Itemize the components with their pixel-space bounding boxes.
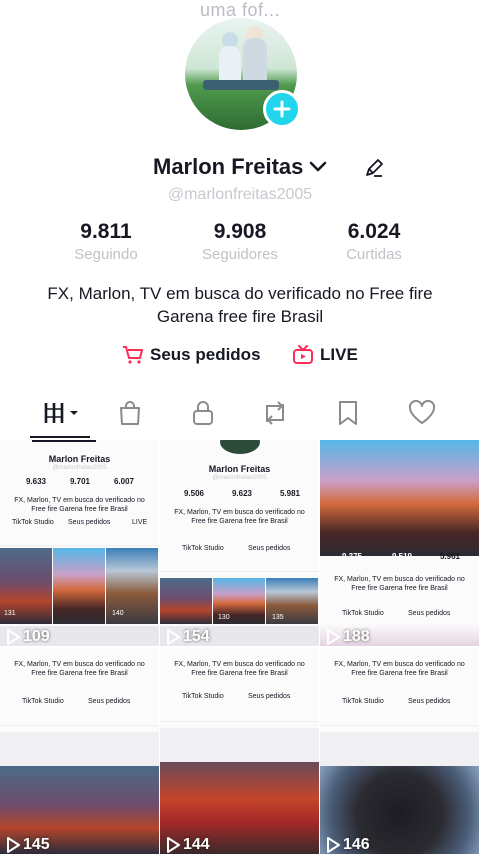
mini-stat: 5.981: [279, 489, 301, 498]
video-tile[interactable]: Marlon Freitas @marlonfreitas2005 9.633 …: [0, 440, 159, 646]
video-tile[interactable]: Marlon Freitas @marlonfreitas2005 9.506 …: [160, 440, 319, 646]
cart-icon: [123, 346, 143, 364]
play-icon: [327, 629, 340, 645]
view-count: 154: [166, 628, 210, 646]
stat-label: Curtidas: [346, 246, 402, 263]
tab-reposts[interactable]: [253, 395, 297, 431]
mini-bio: FX, Marlon, TV em busca do verificado no…: [14, 497, 145, 513]
mini-stat: 9.519: [391, 552, 413, 561]
mini-studio: TikTok Studio: [342, 698, 384, 705]
tab-videos[interactable]: [38, 395, 82, 431]
view-count: 146: [326, 836, 370, 854]
mini-profile-name: Marlon Freitas: [48, 454, 111, 464]
mini-profile-handle: @marlonfreitas2005: [52, 465, 107, 471]
stat-value: 6.024: [347, 220, 401, 243]
lock-icon: [193, 401, 213, 425]
repost-icon: [266, 401, 284, 425]
video-tile[interactable]: FX, Marlon, TV em busca do verificado no…: [160, 648, 319, 854]
mini-orders: Seus pedidos: [88, 698, 131, 705]
add-story-button[interactable]: [263, 90, 301, 128]
video-tile[interactable]: FX, Marlon, TV em busca do verificado no…: [0, 648, 159, 854]
mini-studio: TikTok Studio: [22, 698, 64, 705]
view-count: 144: [166, 836, 210, 854]
tab-shop[interactable]: [108, 395, 152, 431]
mini-views: 135: [272, 614, 284, 621]
stat-value: 9.908: [213, 220, 267, 243]
stat-followers[interactable]: 9.908 Seguidores: [170, 220, 310, 263]
plus-icon: [273, 100, 291, 118]
active-tab-indicator: [30, 436, 90, 438]
mini-stat: 5.961: [439, 552, 461, 561]
stat-value: 9.811: [80, 220, 132, 243]
orders-button[interactable]: Seus pedidos: [122, 345, 261, 365]
view-count: 145: [6, 836, 50, 854]
orders-label: Seus pedidos: [150, 345, 261, 364]
mini-bio: FX, Marlon, TV em busca do verificado no…: [174, 661, 305, 677]
mini-studio: TikTok Studio: [182, 693, 224, 700]
mini-stat: 6.007: [113, 477, 135, 486]
mini-stat: 9.506: [183, 489, 205, 498]
mini-stat: 9.375: [341, 552, 363, 561]
play-icon: [167, 629, 180, 645]
video-tile[interactable]: 9.375 9.519 5.961 FX, Marlon, TV em busc…: [320, 440, 479, 646]
profile-tabs: [0, 395, 480, 439]
video-grid: Marlon Freitas @marlonfreitas2005 9.633 …: [0, 440, 480, 854]
play-icon: [167, 837, 180, 853]
mini-orders: Seus pedidos: [408, 698, 451, 705]
live-button[interactable]: LIVE: [292, 345, 358, 365]
mini-bio: FX, Marlon, TV em busca do verificado no…: [174, 509, 305, 525]
mini-orders: Seus pedidos: [68, 519, 111, 526]
mini-bio: FX, Marlon, TV em busca do verificado no…: [334, 576, 465, 592]
bag-icon: [120, 401, 140, 425]
video-tile[interactable]: FX, Marlon, TV em busca do verificado no…: [320, 648, 479, 854]
grid-icon: [44, 403, 78, 423]
mini-orders: Seus pedidos: [248, 693, 291, 700]
mini-live: LIVE: [132, 519, 148, 526]
tab-liked[interactable]: [400, 395, 444, 431]
mini-profile-handle: @marlonfreitas2005: [212, 475, 267, 481]
stat-label: Seguindo: [74, 246, 138, 263]
play-icon: [7, 629, 20, 645]
chevron-down-icon[interactable]: [309, 161, 327, 173]
mini-studio: TikTok Studio: [342, 610, 384, 617]
stat-following[interactable]: 9.811 Seguindo: [36, 220, 176, 263]
bookmark-icon: [339, 401, 357, 425]
live-label: LIVE: [320, 345, 358, 364]
mini-orders: Seus pedidos: [408, 610, 451, 617]
mini-bio: FX, Marlon, TV em busca do verificado no…: [334, 661, 465, 677]
live-tv-icon: [293, 345, 313, 364]
mini-views: 130: [218, 614, 230, 621]
mini-profile-name: Marlon Freitas: [208, 464, 271, 474]
edit-icon[interactable]: [364, 158, 384, 178]
mini-bio: FX, Marlon, TV em busca do verificado no…: [14, 661, 145, 677]
view-count: 109: [6, 628, 50, 646]
profile-avatar[interactable]: [185, 18, 301, 130]
view-count: 188: [326, 628, 370, 646]
heart-icon: [408, 400, 436, 424]
stat-likes[interactable]: 6.024 Curtidas: [304, 220, 444, 263]
tab-favorites[interactable]: [326, 395, 370, 431]
profile-bio: FX, Marlon, TV em busca do verificado no…: [47, 284, 433, 326]
mini-views: 131: [4, 610, 16, 617]
stat-label: Seguidores: [202, 246, 278, 263]
tab-private[interactable]: [181, 395, 225, 431]
play-icon: [327, 837, 340, 853]
mini-orders: Seus pedidos: [248, 545, 291, 552]
mini-studio: TikTok Studio: [182, 545, 224, 552]
profile-handle: @marlonfreitas2005: [167, 186, 313, 203]
mini-studio: TikTok Studio: [12, 519, 54, 526]
play-icon: [7, 837, 20, 853]
profile-stats: 9.811 Seguindo 9.908 Seguidores 6.024 Cu…: [0, 220, 480, 270]
mini-views: 140: [112, 610, 124, 617]
profile-name[interactable]: Marlon Freitas: [153, 154, 303, 180]
mini-stat: 9.623: [231, 489, 253, 498]
